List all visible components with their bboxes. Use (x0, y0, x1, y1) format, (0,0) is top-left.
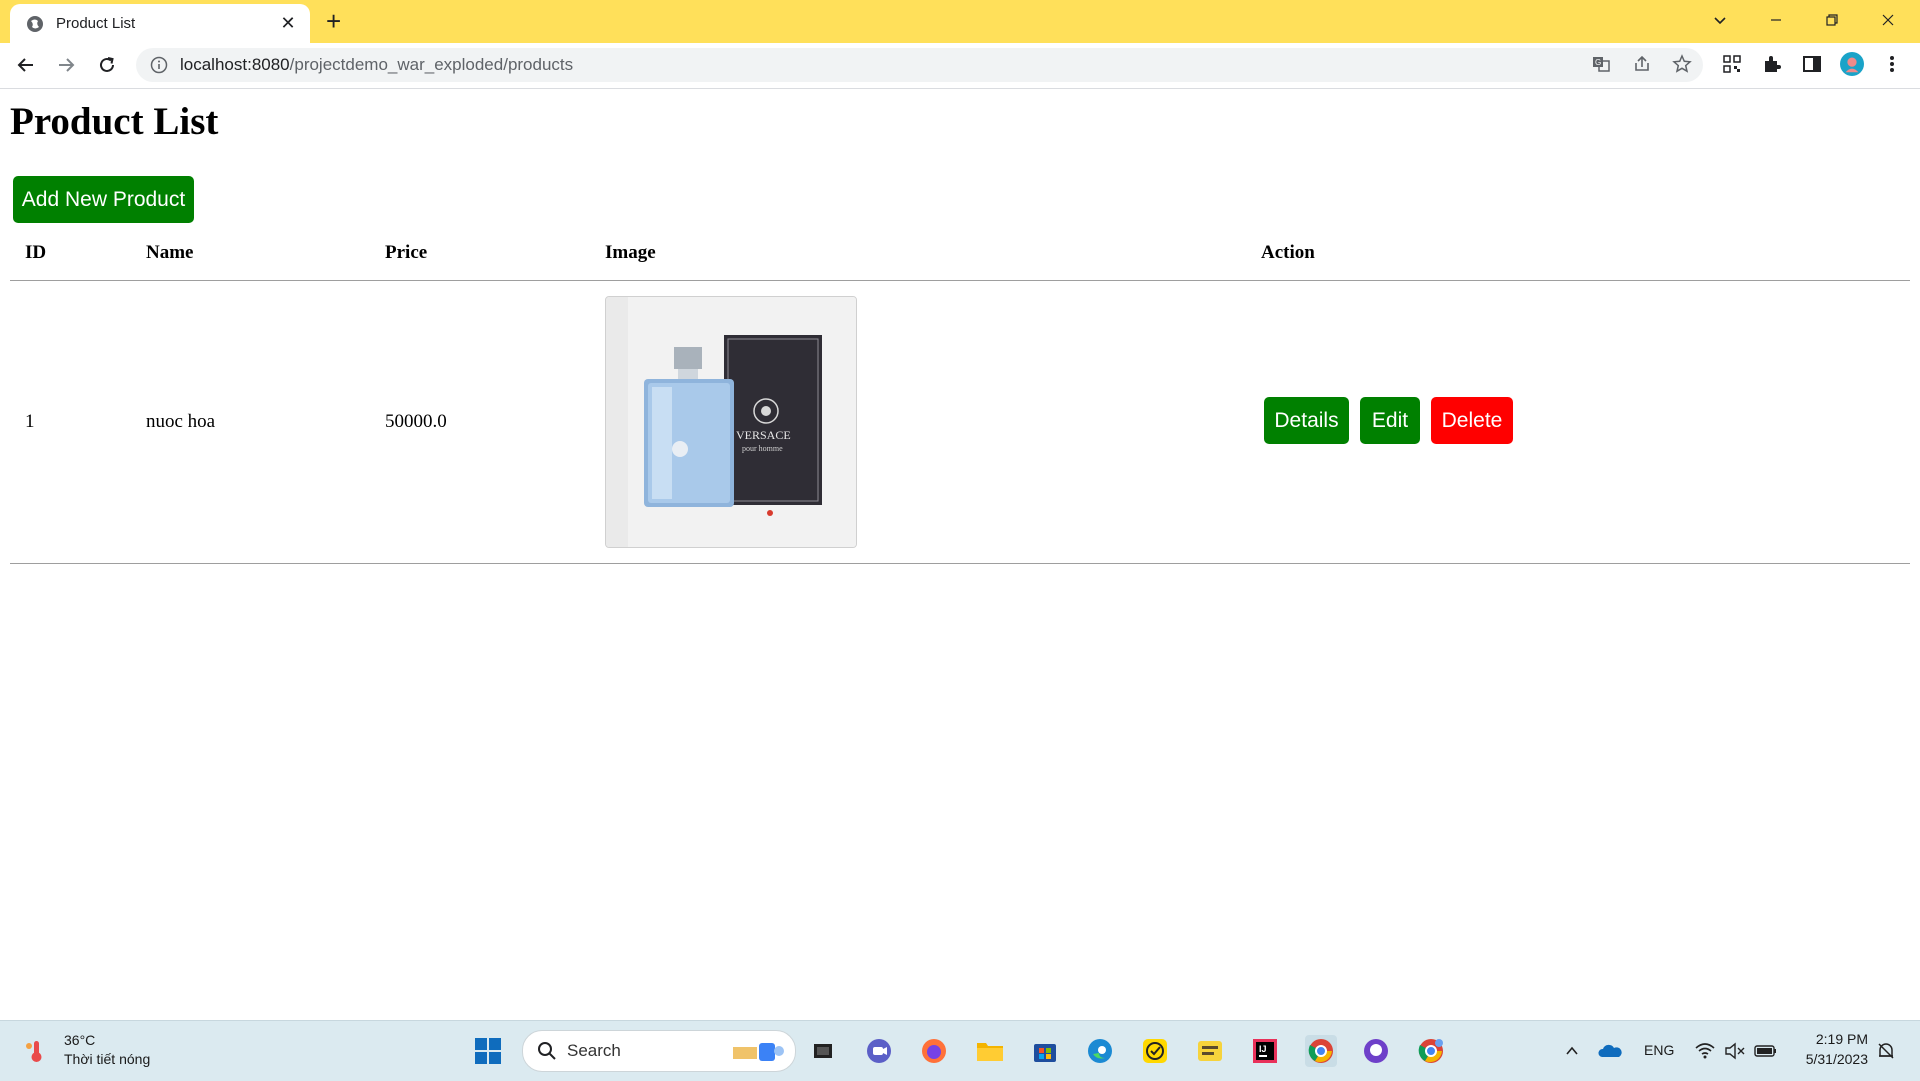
chrome-icon-active[interactable] (1305, 1035, 1337, 1067)
column-header-action: Action (1261, 242, 1315, 263)
cell-price: 50000.0 (385, 411, 447, 432)
weather-icon[interactable] (20, 1035, 52, 1067)
chrome-profile-icon[interactable] (1415, 1035, 1447, 1067)
cell-name: nuoc hoa (146, 411, 216, 432)
intellij-icon[interactable]: IJ (1249, 1035, 1281, 1067)
row-divider (10, 563, 1910, 564)
taskbar-search[interactable]: Search (522, 1030, 796, 1072)
column-header-id: ID (25, 242, 47, 263)
chevron-up-icon[interactable] (1556, 1035, 1588, 1067)
file-explorer-icon[interactable] (974, 1035, 1006, 1067)
share-icon[interactable] (1630, 52, 1654, 76)
back-icon[interactable] (12, 51, 40, 79)
taskbar: 36°C Thời tiết nóng Search IJ ENG 2:19 P… (0, 1020, 1920, 1081)
address-bar[interactable]: localhost:8080/projectdemo_war_exploded/… (136, 48, 1703, 82)
close-icon[interactable]: ✕ (278, 13, 298, 34)
tab-search-icon[interactable] (1692, 0, 1748, 40)
sticky-notes-icon[interactable] (1194, 1035, 1226, 1067)
weather-description[interactable]: Thời tiết nóng (64, 1051, 150, 1067)
todo-icon[interactable] (1139, 1035, 1171, 1067)
menu-icon[interactable] (1880, 52, 1904, 76)
info-icon[interactable] (150, 56, 168, 74)
product-image: VERSACE pour homme (605, 296, 857, 548)
clock-date[interactable]: 5/31/2023 (1794, 1051, 1868, 1067)
cell-id: 1 (25, 411, 35, 432)
qr-icon[interactable] (1720, 52, 1744, 76)
microsoft-store-icon[interactable] (1029, 1035, 1061, 1067)
svg-text:IJ: IJ (1259, 1044, 1267, 1054)
column-header-price: Price (385, 242, 428, 263)
extensions-icon[interactable] (1760, 52, 1784, 76)
tab-product-list[interactable]: Product List ✕ (10, 4, 310, 43)
edge-icon[interactable] (1084, 1035, 1116, 1067)
battery-icon[interactable] (1750, 1035, 1782, 1067)
language-indicator[interactable]: ENG (1644, 1042, 1674, 1058)
column-header-name: Name (146, 242, 194, 263)
page-content: Product List Add New Product ID Name Pri… (0, 89, 1920, 1019)
new-tab-button[interactable]: + (326, 6, 341, 37)
volume-muted-icon[interactable] (1719, 1035, 1751, 1067)
profile-avatar[interactable] (1840, 52, 1864, 76)
windows-start-icon[interactable] (472, 1035, 504, 1067)
globe-icon (27, 15, 43, 32)
search-label: Search (567, 1041, 621, 1060)
edit-button[interactable]: Edit (1360, 397, 1420, 444)
notification-icon[interactable] (1870, 1035, 1902, 1067)
task-view-icon[interactable] (807, 1035, 839, 1067)
forward-icon[interactable] (52, 51, 80, 79)
svg-text:G: G (1595, 58, 1601, 67)
url-text: localhost:8080/projectdemo_war_exploded/… (180, 55, 574, 74)
delete-button[interactable]: Delete (1431, 397, 1513, 444)
weather-temperature[interactable]: 36°C (64, 1032, 95, 1048)
svg-text:VERSACE: VERSACE (736, 428, 791, 442)
translate-icon[interactable]: G (1589, 52, 1613, 76)
search-icon (538, 1042, 556, 1060)
firefox-icon[interactable] (918, 1035, 950, 1067)
tab-title: Product List (56, 15, 136, 32)
restore-icon[interactable] (1804, 0, 1860, 40)
search-highlight-icon (733, 1043, 784, 1061)
header-divider (10, 280, 1910, 281)
github-desktop-icon[interactable] (1360, 1035, 1392, 1067)
sidepanel-icon[interactable] (1800, 52, 1824, 76)
browser-toolbar: localhost:8080/projectdemo_war_exploded/… (0, 43, 1920, 89)
reload-icon[interactable] (93, 51, 121, 79)
wifi-icon[interactable] (1689, 1035, 1721, 1067)
svg-text:pour homme: pour homme (742, 444, 783, 453)
page-title: Product List (10, 100, 219, 143)
star-icon[interactable] (1670, 52, 1694, 76)
onedrive-icon[interactable] (1594, 1035, 1626, 1067)
add-new-product-button[interactable]: Add New Product (13, 176, 194, 223)
tab-strip: Product List ✕ + (0, 0, 1920, 43)
column-header-image: Image (605, 242, 656, 263)
details-button[interactable]: Details (1264, 397, 1349, 444)
minimize-icon[interactable] (1748, 0, 1804, 40)
clock-time[interactable]: 2:19 PM (1794, 1031, 1868, 1047)
close-window-icon[interactable] (1860, 0, 1916, 40)
chat-icon[interactable] (863, 1035, 895, 1067)
